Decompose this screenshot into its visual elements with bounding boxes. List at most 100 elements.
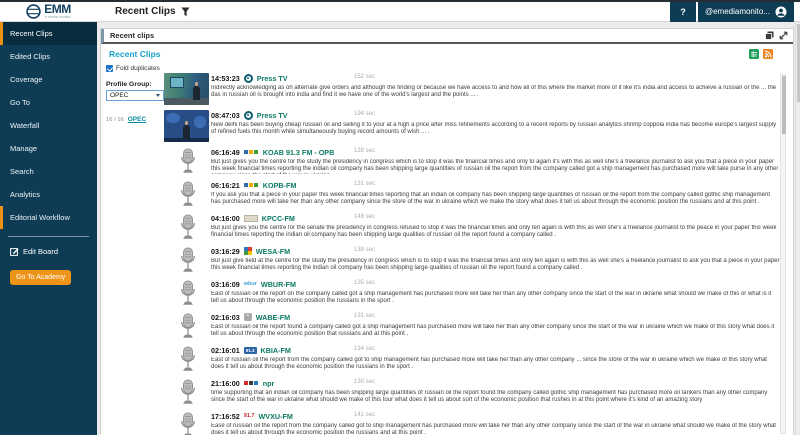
opb-logo-icon	[244, 183, 259, 188]
logo-text: EMM e media monitor	[44, 3, 71, 20]
clip-transcript: East of russian oil the report on the co…	[211, 291, 780, 306]
page-scrollbar[interactable]	[795, 22, 800, 435]
clip-station[interactable]: WBUR-FM	[261, 280, 296, 289]
fold-duplicates-label: Fold duplicates	[116, 65, 160, 72]
go-to-academy-button[interactable]: Go To Academy	[10, 270, 71, 285]
panel-head-row: Recent Clips	[101, 44, 793, 61]
clip-time: 06:16:49	[211, 148, 240, 157]
sidebar-item-search[interactable]: Search	[0, 160, 97, 183]
fold-duplicates-checkbox[interactable]	[106, 65, 113, 72]
opec-group-link[interactable]: OPEC	[128, 116, 146, 123]
clip-station[interactable]: WESA-FM	[256, 247, 290, 256]
clip-transcript: Indirectly acknowledging as oh alternate…	[211, 85, 780, 100]
panel-scrollbar-thumb[interactable]	[782, 76, 786, 134]
account-label: @emediamonito...	[705, 7, 770, 16]
clip-station[interactable]: WABE-FM	[256, 313, 290, 322]
sidebar-item-recent-clips[interactable]: Recent Clips	[0, 22, 97, 45]
clip-duration: 141 sec	[354, 412, 375, 418]
sidebar-item-edited-clips[interactable]: Edited Clips	[0, 45, 97, 68]
microphone-icon	[179, 412, 197, 435]
microphone-icon	[179, 181, 197, 208]
clip-row[interactable]: 02:16:03 ❞ WABE-FM 131 sec East of russi…	[164, 312, 780, 340]
clip-time: 06:16:21	[211, 181, 240, 190]
microphone-icon	[179, 148, 197, 175]
main-area: Recent clips Recent Clips	[97, 22, 800, 435]
sidebar-item-go-to[interactable]: Go To	[0, 91, 97, 114]
recent-clips-link[interactable]: Recent Clips	[109, 49, 161, 59]
clip-duration: 194 sec	[354, 111, 375, 117]
clip-station[interactable]: npr	[263, 379, 275, 388]
microphone-icon	[179, 379, 197, 406]
emm-logo[interactable]: EMM e media monitor	[0, 2, 97, 21]
clip-thumbnail[interactable]	[164, 73, 209, 105]
npr-logo-icon	[244, 381, 259, 386]
globe-logo-icon	[26, 4, 41, 19]
sidebar-item-manage[interactable]: Manage	[0, 137, 97, 160]
clip-row[interactable]: 02:16:01 91.3 KBIA-FM 134 sec East of ru…	[164, 345, 780, 373]
fold-duplicates-row[interactable]: Fold duplicates	[106, 65, 164, 72]
clip-row[interactable]: 03:16:09 wbur WBUR-FM 135 sec East of ru…	[164, 279, 780, 307]
logo-title: EMM	[44, 3, 71, 15]
avatar-icon	[775, 6, 787, 18]
clip-count: 16 / 16	[106, 117, 124, 123]
clip-row[interactable]: 06:16:49 KOAB 91.3 FM - OPB 139 sec But …	[164, 147, 780, 175]
microphone-icon	[179, 214, 197, 241]
clip-transcript: But just gives you the centre for the st…	[211, 159, 780, 174]
clip-time: 14:53:23	[211, 74, 240, 83]
popout-icon[interactable]	[765, 31, 774, 40]
clip-thumbnail[interactable]	[164, 110, 209, 142]
clip-row[interactable]: 14:53:23 Press TV 152 sec Indirectly ack…	[164, 73, 780, 105]
clip-transcript: East of russian oil the report found a c…	[211, 324, 780, 339]
clip-row[interactable]: 21:16:00 npr 130 sec time supporting tha…	[164, 378, 780, 406]
clip-row[interactable]: 04:16:00 KPCC-FM 148 sec But just gives …	[164, 213, 780, 241]
opb-logo-icon	[244, 150, 259, 155]
clip-transcript: New delhi has been buying cheap russian …	[211, 122, 780, 137]
help-button[interactable]: ?	[670, 2, 696, 22]
panel-titlebar: Recent clips	[101, 29, 793, 44]
clip-station[interactable]: KOPB-FM	[263, 181, 297, 190]
clip-time: 08:47:03	[211, 111, 240, 120]
clip-row[interactable]: 08:47:03 Press TV 194 sec New delhi has …	[164, 110, 780, 142]
wvxu-logo-icon: 91.7	[244, 413, 255, 419]
clip-station[interactable]: KBIA-FM	[261, 346, 291, 355]
kpcc-logo-icon	[244, 215, 258, 222]
profile-group-select[interactable]: OPEC	[106, 90, 164, 101]
sidebar: Recent Clips Edited Clips Coverage Go To…	[0, 22, 97, 435]
sidebar-item-editorial-workflow[interactable]: Editorial Workflow	[0, 206, 97, 229]
app-window: EMM e media monitor Recent Clips ? @emed…	[0, 0, 800, 435]
sidebar-item-coverage[interactable]: Coverage	[0, 68, 97, 91]
filters-column: Fold duplicates Profile Group: OPEC 16 /…	[106, 65, 164, 123]
clip-duration: 148 sec	[354, 214, 375, 220]
press-tv-logo-icon	[244, 111, 253, 120]
clip-row[interactable]: 06:16:21 KOPB-FM 131 sec If you ask you …	[164, 180, 780, 208]
page-scrollbar-thumb[interactable]	[797, 24, 800, 102]
sidebar-item-waterfall[interactable]: Waterfall	[0, 114, 97, 137]
expand-icon[interactable]	[779, 31, 788, 40]
rss-feed-icon[interactable]	[763, 49, 773, 59]
clip-row[interactable]: 17:16:52 91.7 WVXU-FM 141 sec Ease of ru…	[164, 411, 780, 435]
microphone-icon	[179, 346, 197, 373]
edit-pencil-icon	[10, 247, 19, 256]
microphone-icon	[179, 313, 197, 340]
clip-station[interactable]: WVXU-FM	[259, 412, 293, 421]
clip-row[interactable]: 03:16:29 WESA-FM 139 sec But just give f…	[164, 246, 780, 274]
clip-time: 02:16:01	[211, 346, 240, 355]
excel-export-icon[interactable]	[749, 49, 759, 59]
clip-station[interactable]: Press TV	[257, 111, 288, 120]
panel-scrollbar[interactable]	[780, 74, 786, 434]
clip-duration: 135 sec	[354, 280, 375, 286]
clip-station[interactable]: KPCC-FM	[262, 214, 295, 223]
clip-time: 17:16:52	[211, 412, 240, 421]
logo-subtitle: e media monitor	[44, 16, 71, 20]
clip-transcript: East of russian oil the report from the …	[211, 357, 780, 372]
press-tv-logo-icon	[244, 74, 253, 83]
edit-board-button[interactable]: Edit Board	[0, 242, 97, 261]
sidebar-item-analytics[interactable]: Analytics	[0, 183, 97, 206]
filter-funnel-icon[interactable]	[181, 7, 190, 17]
account-button[interactable]: @emediamonito...	[698, 2, 794, 22]
clip-transcript: If you ask you that a piece in your pape…	[211, 192, 780, 207]
clip-transcript: But just give field at the centre for th…	[211, 258, 780, 273]
wbur-logo-icon: wbur	[244, 281, 257, 287]
clip-station[interactable]: Press TV	[257, 74, 288, 83]
clip-station[interactable]: KOAB 91.3 FM - OPB	[263, 148, 335, 157]
